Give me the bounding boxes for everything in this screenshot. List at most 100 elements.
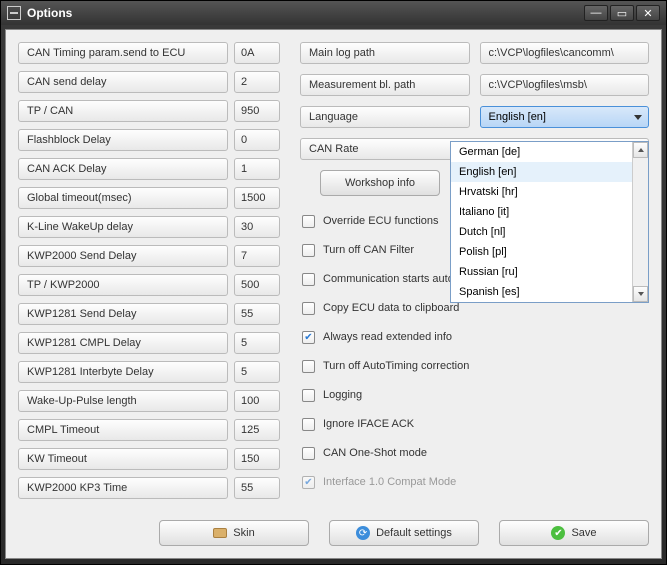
maximize-button[interactable]: ▭ — [610, 5, 634, 21]
param-value-input[interactable]: 0 — [234, 129, 280, 151]
param-label: KWP2000 Send Delay — [18, 245, 228, 267]
param-value-input[interactable]: 7 — [234, 245, 280, 267]
param-row: KWP2000 Send Delay 7 — [18, 245, 280, 267]
param-label: TP / CAN — [18, 100, 228, 122]
param-value-input[interactable]: 55 — [234, 303, 280, 325]
param-row: CAN ACK Delay 1 — [18, 158, 280, 180]
checkbox-row: Always read extended info — [300, 328, 649, 346]
language-option[interactable]: Polish [pl] — [451, 242, 648, 262]
param-label: Wake-Up-Pulse length — [18, 390, 228, 412]
param-label: CAN ACK Delay — [18, 158, 228, 180]
refresh-icon: ⟳ — [356, 526, 370, 540]
param-label: KWP1281 Send Delay — [18, 303, 228, 325]
checkbox-label: Turn off CAN Filter — [323, 244, 414, 256]
param-row: CAN send delay 2 — [18, 71, 280, 93]
param-value-input[interactable]: 500 — [234, 274, 280, 296]
main-log-path-label: Main log path — [300, 42, 470, 64]
language-option[interactable]: Russian [ru] — [451, 262, 648, 282]
param-value-input[interactable]: 30 — [234, 216, 280, 238]
param-value-input[interactable]: 1500 — [234, 187, 280, 209]
param-value-input[interactable]: 0A — [234, 42, 280, 64]
checkbox-row: Logging — [300, 386, 649, 404]
checkbox[interactable] — [302, 244, 315, 257]
window-title: Options — [27, 6, 584, 20]
param-row: Global timeout(msec) 1500 — [18, 187, 280, 209]
param-row: KWP1281 CMPL Delay 5 — [18, 332, 280, 354]
param-label: KWP1281 CMPL Delay — [18, 332, 228, 354]
checkbox-row: Turn off AutoTiming correction — [300, 357, 649, 375]
param-row: Wake-Up-Pulse length 100 — [18, 390, 280, 412]
checkbox-label: Interface 1.0 Compat Mode — [323, 476, 456, 488]
param-label: KWP1281 Interbyte Delay — [18, 361, 228, 383]
checkbox-label: CAN One-Shot mode — [323, 447, 427, 459]
param-row: TP / CAN 950 — [18, 100, 280, 122]
param-label: Global timeout(msec) — [18, 187, 228, 209]
param-label: KW Timeout — [18, 448, 228, 470]
scroll-up-button[interactable] — [633, 142, 648, 158]
param-row: KWP1281 Send Delay 55 — [18, 303, 280, 325]
bottom-button-bar: Skin ⟳ Default settings ✔ Save — [18, 520, 649, 546]
param-value-input[interactable]: 150 — [234, 448, 280, 470]
param-value-input[interactable]: 55 — [234, 477, 280, 499]
default-settings-button[interactable]: ⟳ Default settings — [329, 520, 479, 546]
param-label: CAN send delay — [18, 71, 228, 93]
param-label: CAN Timing param.send to ECU — [18, 42, 228, 64]
options-window: Options — ▭ ✕ CAN Timing param.send to E… — [0, 0, 667, 565]
language-option[interactable]: Spanish [es] — [451, 282, 648, 302]
minimize-button[interactable]: — — [584, 5, 608, 21]
client-area: CAN Timing param.send to ECU 0A CAN send d… — [5, 29, 662, 559]
measurement-path-input[interactable]: c:\VCP\logfiles\msb\ — [480, 74, 650, 96]
system-menu-icon[interactable] — [7, 6, 21, 20]
check-icon: ✔ — [551, 526, 565, 540]
param-value-input[interactable]: 5 — [234, 332, 280, 354]
param-label: KWP2000 KP3 Time — [18, 477, 228, 499]
param-value-input[interactable]: 5 — [234, 361, 280, 383]
language-combo[interactable]: English [en] — [480, 106, 650, 128]
param-row: CMPL Timeout 125 — [18, 419, 280, 441]
language-combo-value: English [en] — [489, 111, 546, 123]
checkbox-row: Ignore IFACE ACK — [300, 415, 649, 433]
close-button[interactable]: ✕ — [636, 5, 660, 21]
param-row: KWP2000 KP3 Time 55 — [18, 477, 280, 499]
scroll-down-button[interactable] — [633, 286, 648, 302]
checkbox-label: Override ECU functions — [323, 215, 439, 227]
chevron-down-icon — [634, 115, 642, 120]
param-label: TP / KWP2000 — [18, 274, 228, 296]
checkbox[interactable] — [302, 273, 315, 286]
checkbox[interactable] — [302, 215, 315, 228]
param-value-input[interactable]: 100 — [234, 390, 280, 412]
param-row: KWP1281 Interbyte Delay 5 — [18, 361, 280, 383]
measurement-path-label: Measurement bl. path — [300, 74, 470, 96]
settings-column: Main log path c:\VCP\logfiles\cancomm\ M… — [300, 42, 649, 512]
language-option[interactable]: Dutch [nl] — [451, 222, 648, 242]
checkbox[interactable] — [302, 418, 315, 431]
checkbox — [302, 476, 315, 489]
checkbox-label: Turn off AutoTiming correction — [323, 360, 469, 372]
checkbox[interactable] — [302, 360, 315, 373]
checkbox[interactable] — [302, 302, 315, 315]
param-value-input[interactable]: 950 — [234, 100, 280, 122]
skin-button[interactable]: Skin — [159, 520, 309, 546]
save-button[interactable]: ✔ Save — [499, 520, 649, 546]
checkbox-row: CAN One-Shot mode — [300, 444, 649, 462]
main-log-path-input[interactable]: c:\VCP\logfiles\cancomm\ — [480, 42, 650, 64]
language-option[interactable]: Italiano [it] — [451, 202, 648, 222]
param-value-input[interactable]: 2 — [234, 71, 280, 93]
workshop-info-button[interactable]: Workshop info — [320, 170, 440, 196]
language-option[interactable]: English [en] — [451, 162, 648, 182]
checkbox-label: Copy ECU data to clipboard — [323, 302, 459, 314]
param-value-input[interactable]: 125 — [234, 419, 280, 441]
checkbox[interactable] — [302, 331, 315, 344]
skin-icon — [213, 528, 227, 538]
param-row: TP / KWP2000 500 — [18, 274, 280, 296]
language-option[interactable]: German [de] — [451, 142, 648, 162]
checkbox[interactable] — [302, 447, 315, 460]
language-option[interactable]: Hrvatski [hr] — [451, 182, 648, 202]
param-label: CMPL Timeout — [18, 419, 228, 441]
dropdown-scrollbar[interactable] — [632, 142, 648, 302]
titlebar[interactable]: Options — ▭ ✕ — [1, 1, 666, 25]
checkbox-label: Always read extended info — [323, 331, 452, 343]
checkbox[interactable] — [302, 389, 315, 402]
param-value-input[interactable]: 1 — [234, 158, 280, 180]
checkbox-label: Ignore IFACE ACK — [323, 418, 414, 430]
